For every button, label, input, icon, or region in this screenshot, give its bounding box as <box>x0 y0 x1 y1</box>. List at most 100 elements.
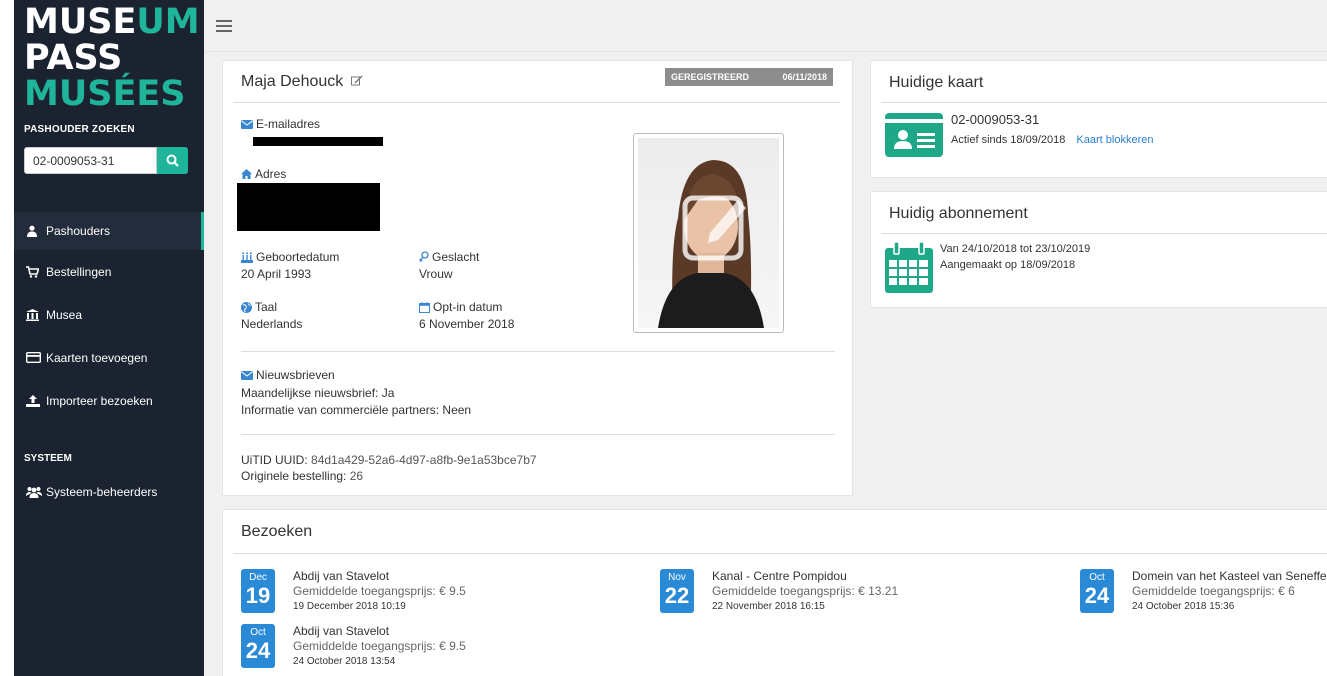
current-card-panel: Huidige kaart 02-0009053-31 Actief sinds… <box>870 60 1327 178</box>
sidebar-item-musea[interactable]: Musea <box>14 293 204 336</box>
profile-photo[interactable] <box>633 133 784 333</box>
card-active-since: Actief sinds 18/09/2018 <box>951 134 1066 146</box>
uuid-label: UiTID UUID: <box>241 453 308 467</box>
top-bar <box>204 0 1327 52</box>
sidebar-item-label: Kaarten toevoegen <box>46 350 148 365</box>
cart-icon <box>26 265 46 278</box>
visit-museum: Domein van het Kasteel van Seneffe <box>1132 569 1327 583</box>
newsletter-partners: Informatie van commerciële partners: Nee… <box>241 403 472 417</box>
status-text: GEREGISTREERD <box>671 72 750 82</box>
date-badge: Nov 22 <box>660 569 694 613</box>
search-input[interactable] <box>24 147 157 174</box>
newsletter-monthly: Maandelijkse nieuwsbrief: Ja <box>241 386 395 400</box>
subscription-panel-title: Huidig abonnement <box>889 205 1028 222</box>
card-status-row: Actief sinds 18/09/2018 Kaart blokkeren <box>951 134 1153 146</box>
status-date: 06/11/2018 <box>782 72 827 82</box>
birthdate-label: Geboortedatum <box>241 250 339 264</box>
status-badge: GEREGISTREERD 06/11/2018 <box>665 68 833 86</box>
sidebar-item-label: Pashouders <box>46 224 111 238</box>
uuid-row: UiTID UUID: 84d1a429-52a6-4d97-a8fb-9e1a… <box>241 453 537 467</box>
divider <box>881 102 1327 103</box>
logo-text-2: UM <box>136 2 200 42</box>
order-label: Originele bestelling: <box>241 469 347 483</box>
search-box <box>24 147 188 174</box>
system-section-label: SYSTEEM <box>24 453 72 464</box>
visit-price: Gemiddelde toegangsprijs: € 13.21 <box>712 584 899 598</box>
card-number: 02-0009053-31 <box>951 112 1040 127</box>
sidebar-item-label: Systeem-beheerders <box>46 484 158 499</box>
portrait-illustration <box>658 160 764 328</box>
gender-label-text: Geslacht <box>432 250 480 264</box>
visit-month: Nov <box>668 572 686 583</box>
sidebar: MUSEUM PASS MUSÉES PASHOUDER ZOEKEN Pash… <box>14 0 204 676</box>
address-label-text: Adres <box>255 167 287 181</box>
visits-panel-title: Bezoeken <box>241 523 313 540</box>
sidebar-item-label: Bestellingen <box>46 264 112 279</box>
visit-item[interactable]: Nov 22 Kanal - Centre Pompidou Gemiddeld… <box>660 569 898 614</box>
order-value: 26 <box>349 469 364 483</box>
card-icon <box>26 352 46 363</box>
newsletters-label-text: Nieuwsbrieven <box>256 368 335 382</box>
address-redacted <box>237 183 380 231</box>
venus-icon <box>419 251 429 263</box>
sidebar-item-importeer-bezoeken[interactable]: Importeer bezoeken <box>14 379 204 422</box>
visit-datetime: 19 December 2018 10:19 <box>293 601 406 612</box>
visit-day: 22 <box>664 583 690 608</box>
visit-datetime: 24 October 2018 15:36 <box>1132 601 1235 612</box>
birthdate-label-text: Geboortedatum <box>256 250 340 264</box>
visit-item[interactable]: Dec 19 Abdij van Stavelot Gemiddelde toe… <box>241 569 466 614</box>
divider <box>233 102 840 103</box>
card-panel-title: Huidige kaart <box>889 74 984 91</box>
date-badge: Oct 24 <box>241 624 275 668</box>
visit-details: Domein van het Kasteel van Seneffe Gemid… <box>1132 569 1327 614</box>
profile-name-text: Maja Dehouck <box>241 73 344 90</box>
visits-panel: Bezoeken Dec 19 Abdij van Stavelot Gemid… <box>222 509 1327 676</box>
divider <box>241 434 835 435</box>
sidebar-item-pashouders[interactable]: Pashouders <box>14 212 204 250</box>
logo-text-1: MUSE <box>24 2 137 42</box>
home-icon <box>241 169 252 179</box>
date-badge: Dec 19 <box>241 569 275 613</box>
visit-month: Oct <box>1089 572 1105 583</box>
date-badge: Oct 24 <box>1080 569 1114 613</box>
upload-icon <box>26 394 46 407</box>
sidebar-item-bestellingen[interactable]: Bestellingen <box>14 250 204 293</box>
cake-icon <box>241 251 253 263</box>
sidebar-item-systeem-beheerders[interactable]: Systeem-beheerders <box>14 470 204 513</box>
visit-museum: Kanal - Centre Pompidou <box>712 569 847 583</box>
visit-price: Gemiddelde toegangsprijs: € 9.5 <box>293 639 466 653</box>
profile-name: Maja Dehouck <box>241 73 363 91</box>
email-label-text: E-mailadres <box>256 117 321 131</box>
search-button[interactable] <box>157 147 188 174</box>
visit-item[interactable]: Oct 24 Abdij van Stavelot Gemiddelde toe… <box>241 624 466 669</box>
id-card-icon <box>885 113 943 157</box>
gender-label: Geslacht <box>419 250 479 264</box>
visit-item[interactable]: Oct 24 Domein van het Kasteel van Seneff… <box>1080 569 1327 614</box>
block-card-link[interactable]: Kaart blokkeren <box>1076 134 1153 146</box>
uuid-value: 84d1a429-52a6-4d97-a8fb-9e1a53bce7b7 <box>311 453 537 467</box>
logo-text-4: MUSÉES <box>24 74 186 114</box>
divider <box>241 351 835 352</box>
profile-panel: Maja Dehouck GEREGISTREERD 06/11/2018 E-… <box>222 60 853 496</box>
globe-icon <box>241 301 252 313</box>
order-row: Originele bestelling: 26 <box>241 469 363 483</box>
search-icon <box>166 154 179 167</box>
search-label: PASHOUDER ZOEKEN <box>24 124 135 135</box>
subscription-created: Aangemaakt op 18/09/2018 <box>940 259 1076 271</box>
gender-value: Vrouw <box>419 267 453 281</box>
system-nav: Systeem-beheerders <box>14 470 204 513</box>
edit-icon[interactable] <box>350 75 363 86</box>
calendar-icon <box>419 301 430 313</box>
museumpass-logo[interactable]: MUSEUM PASS MUSÉES <box>24 4 200 112</box>
optin-label-text: Opt-in datum <box>433 300 503 314</box>
menu-toggle-icon[interactable] <box>216 20 232 35</box>
envelope-icon <box>241 370 253 380</box>
logo-text-3: PASS <box>24 38 123 78</box>
sidebar-item-kaarten-toevoegen[interactable]: Kaarten toevoegen <box>14 336 204 379</box>
visit-datetime: 22 November 2018 16:15 <box>712 601 825 612</box>
optin-label: Opt-in datum <box>419 300 502 314</box>
visit-details: Kanal - Centre Pompidou Gemiddelde toega… <box>712 569 898 614</box>
users-icon <box>26 486 46 498</box>
newsletters-label: Nieuwsbrieven <box>241 368 335 382</box>
visit-day: 24 <box>245 638 271 663</box>
